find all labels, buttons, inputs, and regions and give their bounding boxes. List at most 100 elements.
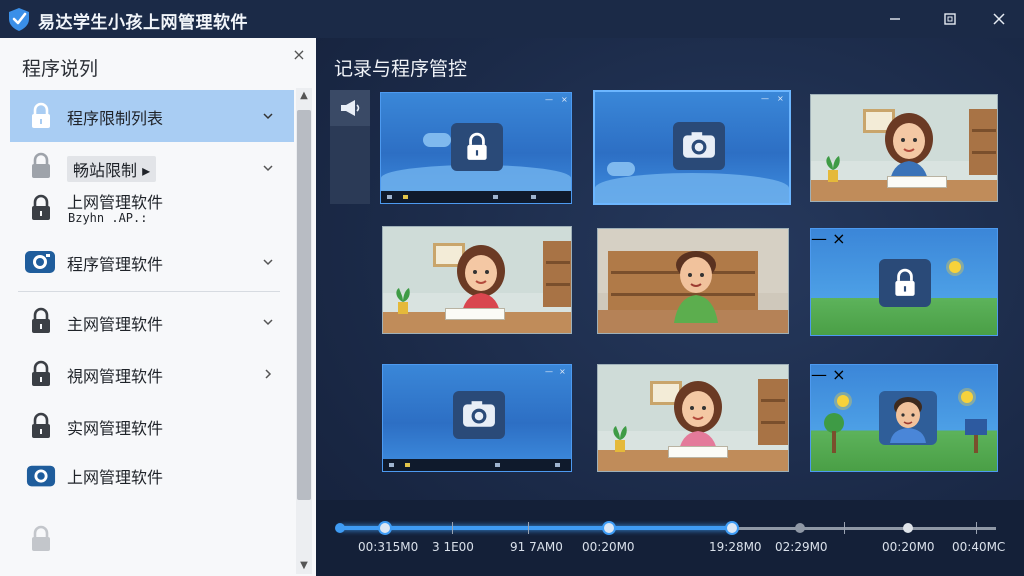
screen-tile-3[interactable]: — × <box>382 364 572 472</box>
lock-icon <box>879 259 931 307</box>
timeline-marker[interactable] <box>903 523 913 533</box>
tile-close-icon[interactable]: × <box>777 94 784 103</box>
sun-icon <box>961 391 973 403</box>
camera-icon <box>25 462 57 490</box>
webcam-tile-boy-1[interactable] <box>597 228 789 334</box>
bookshelf <box>969 109 997 175</box>
sidebar-item-sublabel: Bzyhn .AP.: <box>68 211 148 225</box>
sidebar-item-label: 畅站限制 ▸ <box>67 156 157 182</box>
screen-tile-outdoor-lock[interactable]: — × <box>810 228 998 336</box>
timeline-marker[interactable] <box>727 523 737 533</box>
bookshelf <box>758 379 788 445</box>
sidebar-item-label: 上网管理软件 <box>67 468 164 487</box>
child-boy <box>674 251 718 323</box>
tile-minimize-icon[interactable]: — <box>761 94 769 103</box>
tile-minimize-icon[interactable]: — <box>545 367 553 376</box>
taskbar <box>383 459 571 471</box>
tile-close-icon[interactable]: × <box>832 229 845 248</box>
sidebar: 程序说列 × 程序限制列表 畅站限制 ▸ 上网管理软件 Bzyhn .AP.: … <box>0 38 316 576</box>
sidebar-item-internet-mgmt[interactable]: 上网管理软件 Bzyhn .AP.: <box>10 184 294 236</box>
scroll-down-button[interactable]: ▼ <box>296 558 312 574</box>
sidebar-item-real-net[interactable]: 实网管理软件 <box>10 400 294 452</box>
close-button[interactable] <box>986 6 1012 32</box>
paper <box>445 308 505 321</box>
timeline-tick <box>976 522 977 534</box>
scroll-thumb[interactable] <box>297 110 311 500</box>
tile-close-icon[interactable]: × <box>561 95 568 104</box>
page-title: 记录与程序管控 <box>334 58 468 80</box>
plant-icon <box>613 425 627 452</box>
timeline-marker[interactable] <box>795 523 805 533</box>
sidebar-item-label: 上网管理软件 <box>67 193 164 212</box>
sidebar-item-view-net[interactable]: 視网管理软件 <box>10 348 294 400</box>
timeline-marker[interactable] <box>335 523 345 533</box>
sidebar-item-disabled[interactable] <box>10 513 294 565</box>
timeline-label: 02:29M0 <box>775 540 828 554</box>
maximize-button[interactable] <box>937 6 963 32</box>
sidebar-item-label: 程序管理软件 <box>67 255 164 274</box>
sidebar-item-label: 实网管理软件 <box>67 419 164 438</box>
sidebar-title: 程序说列 <box>22 58 99 80</box>
webcam-tile-girl-3[interactable] <box>597 364 789 472</box>
maximize-icon <box>944 13 956 25</box>
tile-close-icon[interactable]: × <box>832 365 845 384</box>
chevron-right-icon <box>265 369 272 379</box>
window-title: 易达学生小孩上网管理软件 <box>38 13 248 33</box>
main-panel: 记录与程序管控 — × — × — × — × — × <box>316 38 1024 576</box>
screen-tile-1[interactable]: — × <box>380 92 572 204</box>
tile-minimize-icon[interactable]: — <box>811 365 827 384</box>
sidebar-close-button[interactable]: × <box>290 46 308 64</box>
sidebar-item-program-mgmt[interactable]: 程序管理软件 <box>10 236 294 288</box>
status-badge: 畅站限制 ▸ <box>67 156 157 182</box>
webcam-tile-girl-2[interactable]: — × <box>382 226 572 334</box>
plant-icon <box>396 287 410 314</box>
cloud-shape <box>423 133 451 147</box>
webcam-tile-girl-1[interactable] <box>810 94 998 202</box>
timeline-label: 91 7AM0 <box>510 540 563 554</box>
screen-tile-2[interactable]: — × <box>593 90 791 205</box>
timeline-marker[interactable] <box>604 523 614 533</box>
cloud-shape <box>607 162 635 176</box>
minimize-icon <box>890 18 900 20</box>
sidebar-item-program-limit-list[interactable]: 程序限制列表 <box>10 90 294 142</box>
chevron-down-icon <box>263 259 273 266</box>
camera-icon <box>453 391 505 439</box>
plant-icon <box>826 155 840 182</box>
minimize-button[interactable] <box>882 6 908 32</box>
megaphone-icon <box>341 100 360 116</box>
screen-tile-outdoor-boy[interactable]: — × <box>810 364 998 472</box>
timeline-tick <box>844 522 845 534</box>
sidebar-item-main-net[interactable]: 主网管理软件 <box>10 295 294 347</box>
lock-icon <box>28 152 54 180</box>
scroll-up-button[interactable]: ▲ <box>296 88 312 104</box>
timeline-tick <box>528 522 529 534</box>
timeline-tick <box>452 522 453 534</box>
timeline-label: 00:315M0 <box>358 540 419 554</box>
chevron-down-icon <box>263 319 273 326</box>
taskbar <box>381 191 571 203</box>
sidebar-item-internet-mgmt-2[interactable]: 上网管理软件 <box>10 450 294 502</box>
lock-icon <box>28 412 54 440</box>
timeline-label: 00:40MC <box>952 540 1006 554</box>
mailbox-icon <box>965 419 987 453</box>
sidebar-scrollbar[interactable]: ▲ ▼ <box>296 88 312 574</box>
tile-minimize-icon[interactable]: — <box>545 95 553 104</box>
timeline-label: 00:20M0 <box>882 540 935 554</box>
lock-icon <box>28 307 54 335</box>
side-panel <box>330 126 370 204</box>
divider <box>18 291 280 292</box>
timeline-progress <box>340 526 734 530</box>
sun-icon <box>949 261 961 273</box>
hills-shape <box>595 173 789 203</box>
tile-minimize-icon[interactable]: — <box>811 229 827 248</box>
title-bar: 易达学生小孩上网管理软件 <box>0 0 1024 38</box>
paper <box>668 446 728 459</box>
lock-icon <box>28 360 54 388</box>
camera-icon <box>24 248 56 276</box>
lock-icon <box>28 102 54 130</box>
bookshelf <box>543 241 571 307</box>
tile-close-icon[interactable]: × <box>559 367 566 376</box>
announce-button[interactable] <box>330 90 370 126</box>
timeline-marker[interactable] <box>380 523 390 533</box>
timeline[interactable]: 00:315M0 3 1E00 91 7AM0 00:20M0 19:28M0 … <box>316 500 1024 576</box>
